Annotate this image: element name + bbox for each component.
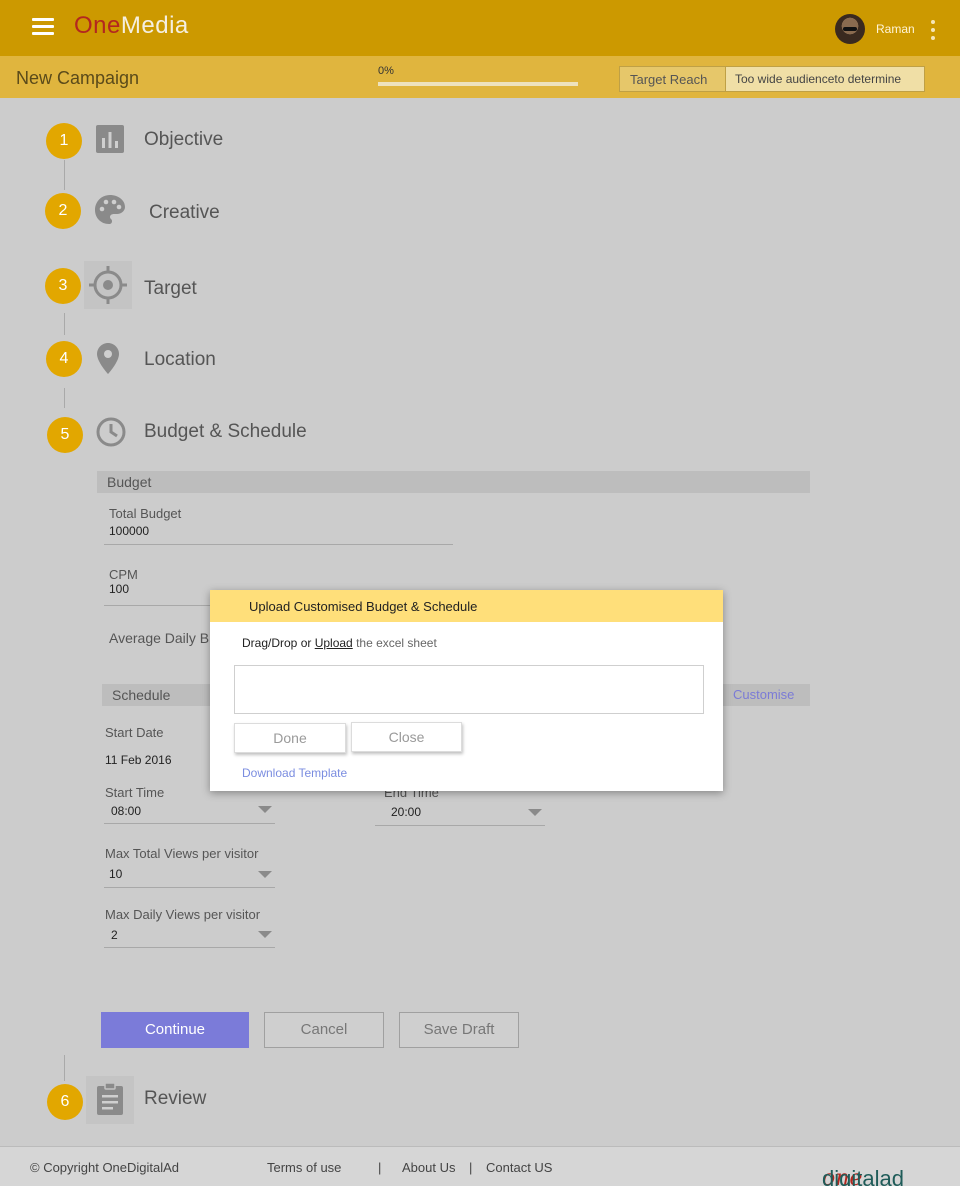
start-time-label: Start Time	[105, 785, 165, 800]
chevron-down-icon[interactable]	[258, 871, 272, 878]
end-time-select[interactable]: 20:00	[391, 805, 421, 819]
step-label-creative[interactable]: Creative	[149, 202, 220, 224]
palette-icon	[92, 192, 128, 228]
total-budget-underline	[104, 544, 453, 545]
cpm-underline	[104, 605, 214, 606]
target-reach-value: Too wide audienceto determine	[726, 67, 924, 91]
budget-section-header: Budget	[97, 471, 810, 493]
max-daily-views-underline	[104, 947, 275, 948]
step-label-target[interactable]: Target	[144, 278, 197, 300]
max-total-views-select[interactable]: 10	[109, 867, 122, 881]
progress-bar	[378, 82, 578, 86]
step-number-review: 6	[47, 1084, 83, 1120]
step-connector	[64, 388, 65, 408]
footer-separator: |	[469, 1160, 473, 1175]
step-connector	[64, 313, 65, 335]
save-draft-button[interactable]: Save Draft	[399, 1012, 519, 1048]
footer-separator: |	[378, 1160, 382, 1175]
chevron-down-icon[interactable]	[258, 931, 272, 938]
continue-button[interactable]: Continue	[101, 1012, 249, 1048]
campaign-bar: New Campaign 0% Target Reach Too wide au…	[0, 56, 960, 98]
done-button[interactable]: Done	[234, 723, 346, 753]
max-daily-views-select[interactable]: 2	[111, 928, 118, 942]
step-number-target: 3	[45, 268, 81, 304]
step-label-budget-schedule[interactable]: Budget & Schedule	[144, 421, 307, 443]
step-label-location[interactable]: Location	[144, 349, 216, 371]
copyright-text: © Copyright OneDigitalAd	[30, 1160, 180, 1175]
start-time-underline	[104, 823, 275, 824]
chevron-down-icon[interactable]	[528, 809, 542, 816]
total-budget-label: Total Budget	[109, 506, 182, 521]
upload-dialog: Upload Customised Budget & Schedule Drag…	[210, 590, 723, 791]
footer-logo-rest: digitalad	[822, 1166, 904, 1186]
customise-link[interactable]: Customise	[733, 687, 794, 702]
instruction-prefix: Drag/Drop or	[242, 636, 315, 650]
cpm-label: CPM	[109, 567, 138, 582]
step-connector	[64, 160, 65, 190]
dialog-title: Upload Customised Budget & Schedule	[210, 590, 723, 622]
start-date-field[interactable]: 11 Feb 2016	[105, 753, 172, 767]
average-daily-budget-label: Average Daily B	[109, 630, 210, 646]
step-number-objective: 1	[46, 123, 82, 159]
start-time-select[interactable]: 08:00	[111, 804, 141, 818]
contact-link[interactable]: Contact US	[486, 1160, 552, 1175]
target-icon	[84, 261, 132, 309]
footer: © Copyright OneDigitalAd Terms of use | …	[0, 1146, 960, 1186]
total-budget-field[interactable]: 100000	[109, 524, 149, 538]
menu-icon[interactable]	[32, 18, 54, 36]
upload-link[interactable]: Upload	[315, 636, 353, 650]
clipboard-icon	[86, 1076, 134, 1124]
max-daily-views-label: Max Daily Views per visitor	[105, 907, 261, 922]
logo-one-text: One	[74, 12, 121, 39]
more-options-icon[interactable]	[928, 20, 938, 46]
file-drop-zone[interactable]	[234, 665, 704, 714]
terms-link[interactable]: Terms of use	[267, 1160, 341, 1175]
logo-media-text: Media	[120, 12, 189, 39]
max-total-views-label: Max Total Views per visitor	[105, 846, 259, 861]
dialog-instruction: Drag/Drop or Upload the excel sheet	[242, 636, 437, 650]
step-number-budget-schedule: 5	[47, 417, 83, 453]
start-date-label: Start Date	[105, 725, 164, 740]
target-reach-label: Target Reach	[620, 67, 726, 91]
max-total-views-underline	[104, 887, 275, 888]
progress-label: 0%	[378, 65, 394, 77]
end-time-underline	[375, 825, 545, 826]
close-button[interactable]: Close	[351, 722, 462, 752]
clock-icon	[93, 414, 129, 450]
user-name[interactable]: Raman	[876, 22, 915, 36]
download-template-link[interactable]: Download Template	[242, 766, 347, 780]
avatar[interactable]	[835, 14, 865, 44]
app-header: OneMedia Raman	[0, 0, 960, 56]
about-link[interactable]: About Us	[402, 1160, 455, 1175]
step-number-location: 4	[46, 341, 82, 377]
instruction-suffix: the excel sheet	[352, 636, 437, 650]
step-number-creative: 2	[45, 193, 81, 229]
bar-chart-icon	[92, 122, 128, 158]
cancel-button[interactable]: Cancel	[264, 1012, 384, 1048]
step-label-review[interactable]: Review	[144, 1088, 206, 1110]
chevron-down-icon[interactable]	[258, 806, 272, 813]
cpm-field[interactable]: 100	[109, 582, 129, 596]
target-reach-box: Target Reach Too wide audienceto determi…	[619, 66, 925, 92]
map-pin-icon	[90, 340, 126, 376]
app-logo[interactable]: OneMedia	[74, 12, 189, 40]
step-label-objective[interactable]: Objective	[144, 129, 223, 151]
page-title: New Campaign	[16, 68, 140, 88]
step-connector	[64, 1055, 65, 1081]
